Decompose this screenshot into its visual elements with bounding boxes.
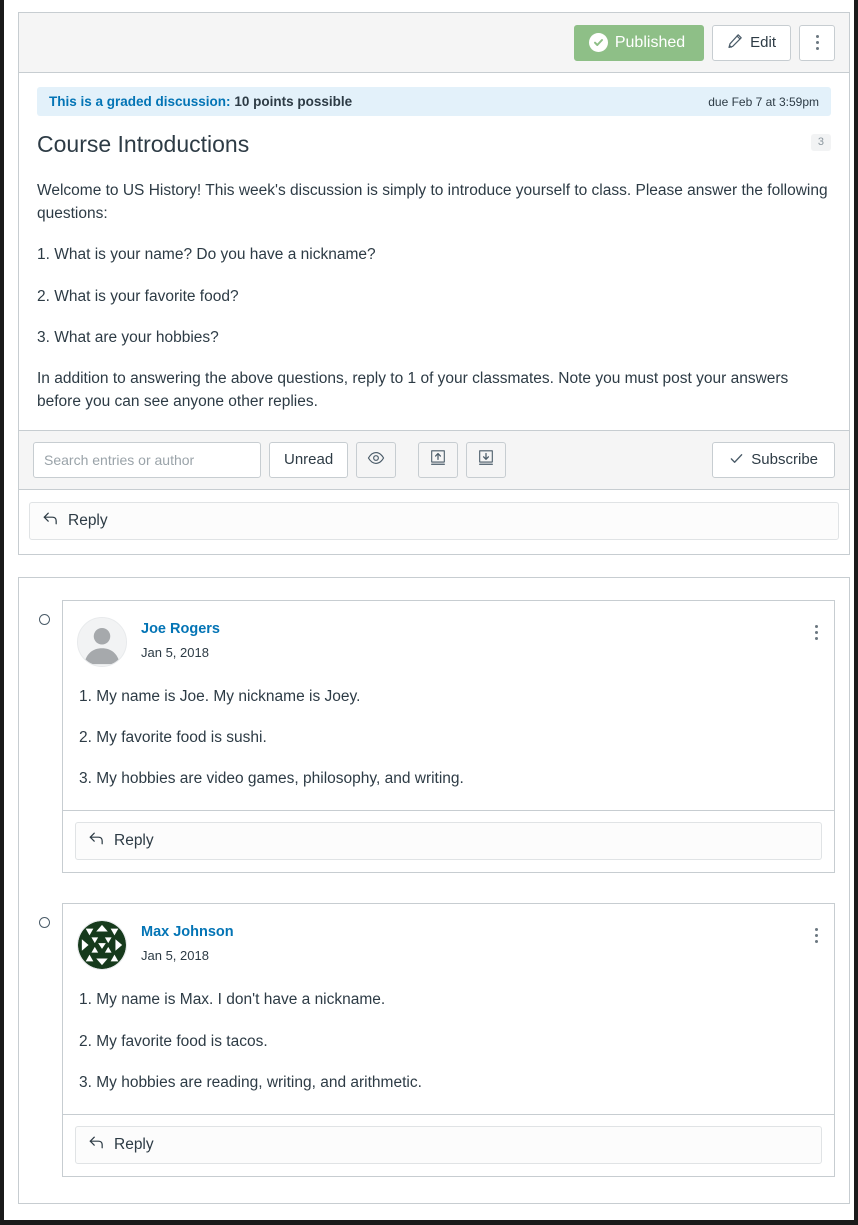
discussion-entries-list: Joe Rogers Jan 5, 2018 1. My name is Joe… (18, 576, 850, 1204)
reply-arrow-icon (88, 1134, 105, 1156)
identicon-avatar-icon (78, 921, 126, 970)
default-user-avatar-icon (78, 617, 126, 666)
entry-reply-wrap: Reply (63, 810, 834, 872)
kebab-menu-icon (815, 928, 818, 944)
avatar[interactable] (77, 920, 127, 971)
top-level-reply-wrap: Reply (19, 488, 849, 554)
discussion-paragraph: 1. What is your name? Do you have a nick… (37, 246, 376, 264)
entry-options-kebab-button[interactable] (811, 922, 822, 949)
discussion-entry: Max Johnson Jan 5, 2018 1. My name is Ma… (62, 903, 835, 1177)
unread-filter-button[interactable]: Unread (269, 441, 349, 478)
list-item: Max Johnson Jan 5, 2018 1. My name is Ma… (33, 903, 835, 1177)
kebab-menu-icon (815, 35, 819, 50)
entry-message: 1. My name is Max. I don't have a nickna… (63, 970, 834, 1114)
edit-button[interactable]: Edit (712, 24, 791, 61)
points-possible-label: 10 points possible (234, 94, 353, 109)
entry-header: Joe Rogers Jan 5, 2018 (63, 601, 834, 667)
avatar[interactable] (77, 616, 127, 667)
eye-icon (367, 449, 385, 470)
top-level-reply-button[interactable]: Reply (29, 501, 839, 540)
entry-reply-button[interactable]: Reply (75, 1126, 822, 1164)
author-name-link[interactable]: Joe Rogers (141, 621, 797, 637)
entries-toolbar: Unread (19, 429, 849, 489)
author-block: Joe Rogers Jan 5, 2018 (141, 617, 797, 660)
discussion-card: Published Edit This is a graded discussi… (18, 12, 850, 555)
unread-indicator-icon[interactable] (39, 613, 50, 625)
entry-reply-label: Reply (114, 1136, 154, 1153)
expand-replies-button[interactable] (466, 441, 507, 478)
discussion-options-kebab-button[interactable] (799, 24, 835, 61)
entry-paragraph: 1. My name is Joe. My nickname is Joey. (79, 687, 361, 705)
entry-reply-label: Reply (114, 832, 154, 850)
entry-options-kebab-button[interactable] (811, 619, 822, 646)
mark-all-as-read-button[interactable] (356, 441, 397, 478)
check-circle-icon (588, 33, 608, 52)
edit-button-label: Edit (750, 34, 776, 51)
reply-arrow-icon (88, 830, 105, 852)
entry-header: Max Johnson Jan 5, 2018 (63, 904, 834, 971)
list-item: Joe Rogers Jan 5, 2018 1. My name is Joe… (33, 599, 835, 874)
subscribe-button[interactable]: Subscribe (712, 441, 835, 478)
entry-reply-button[interactable]: Reply (75, 822, 822, 861)
search-input[interactable] (33, 441, 261, 478)
author-block: Max Johnson Jan 5, 2018 (141, 920, 797, 963)
pencil-icon (727, 33, 743, 52)
discussion-message: Welcome to US History! This week's discu… (37, 179, 831, 430)
collapse-arrow-up-icon (429, 449, 447, 470)
entry-paragraph: 1. My name is Max. I don't have a nickna… (79, 991, 386, 1009)
reply-count-badge: 3 (810, 134, 831, 151)
subscribe-button-label: Subscribe (751, 451, 818, 468)
title-row: Course Introductions 3 (37, 130, 831, 159)
discussion-paragraph: 3. What are your hobbies? (37, 328, 219, 346)
entry-reply-wrap: Reply (63, 1114, 834, 1176)
published-button[interactable]: Published (573, 24, 705, 61)
graded-discussion-banner: This is a graded discussion: 10 points p… (37, 87, 831, 116)
unread-filter-label: Unread (284, 451, 334, 468)
entry-paragraph: 2. My favorite food is tacos. (79, 1032, 268, 1050)
entry-paragraph: 3. My hobbies are video games, philosoph… (79, 770, 464, 787)
discussion-paragraph: Welcome to US History! This week's discu… (37, 181, 828, 222)
discussion-paragraph: 2. What is your favorite food? (37, 287, 239, 305)
entry-date: Jan 5, 2018 (141, 948, 209, 964)
discussion-entry: Joe Rogers Jan 5, 2018 1. My name is Joe… (62, 599, 835, 874)
entry-paragraph: 3. My hobbies are reading, writing, and … (79, 1073, 422, 1091)
discussion-paragraph: In addition to answering the above quest… (37, 370, 789, 411)
checkmark-icon (729, 451, 744, 469)
graded-discussion-label: This is a graded discussion: (49, 94, 231, 109)
collapse-replies-button[interactable] (418, 441, 459, 478)
page-title: Course Introductions (37, 131, 250, 157)
published-button-label: Published (614, 33, 686, 51)
entry-message: 1. My name is Joe. My nickname is Joey. … (63, 667, 834, 811)
reply-arrow-icon (42, 510, 59, 532)
unread-indicator-icon[interactable] (39, 917, 50, 929)
top-level-reply-label: Reply (68, 511, 108, 529)
page-frame: Published Edit This is a graded discussi… (0, 0, 858, 1225)
entry-paragraph: 2. My favorite food is sushi. (79, 728, 267, 746)
due-date-label: due Feb 7 at 3:59pm (708, 94, 819, 109)
entry-date: Jan 5, 2018 (141, 644, 209, 660)
discussion-toolbar-header: Published Edit (19, 13, 849, 73)
expand-arrow-down-icon (477, 449, 495, 470)
kebab-menu-icon (815, 624, 818, 640)
author-name-link[interactable]: Max Johnson (141, 924, 797, 940)
